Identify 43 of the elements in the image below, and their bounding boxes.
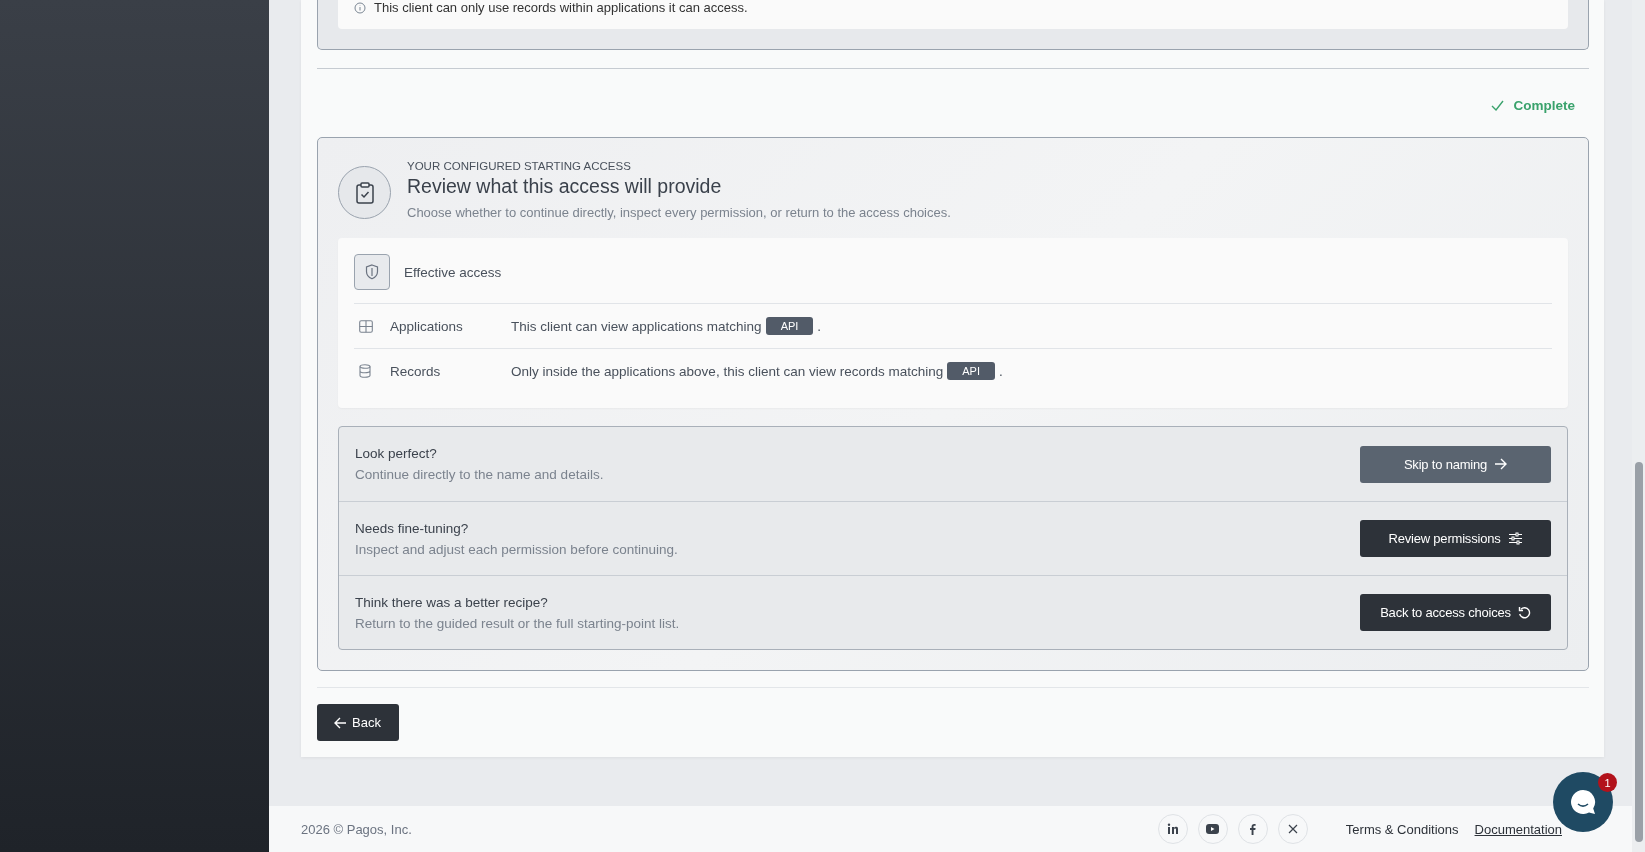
arrow-right-icon (1494, 458, 1508, 470)
grid-icon (359, 319, 373, 333)
info-icon (354, 2, 366, 14)
back-button[interactable]: Back (317, 704, 399, 741)
panel-title: Review what this access will provide (407, 175, 723, 198)
period-text: . (817, 318, 822, 334)
facebook-icon[interactable] (1237, 814, 1268, 844)
review-button[interactable]: Review permissions (1360, 520, 1551, 557)
linkedin-icon[interactable] (1157, 814, 1188, 844)
scrollbar-thumb[interactable] (1635, 462, 1643, 842)
action-question: Look perfect? (355, 446, 438, 461)
sliders-icon (1507, 532, 1523, 545)
skip-button[interactable]: Skip to naming (1360, 445, 1551, 483)
action-question: Needs fine-tuning? (355, 520, 470, 536)
notice-text: This client can only use records within applications it can access. (374, 2, 748, 14)
row-description: Only inside the applications above, this client can view records matching (511, 363, 944, 379)
action-question: Think there was a better recipe? (355, 594, 549, 610)
checkmark-icon (1491, 99, 1505, 111)
status-label: Complete (1513, 97, 1575, 113)
row-label: Applications (390, 318, 464, 334)
chat-bubble-icon (1568, 787, 1598, 817)
period-text: . (998, 363, 1003, 379)
card-title: Effective access (404, 264, 502, 280)
shield-icon (365, 264, 379, 280)
arrow-left-icon (334, 716, 347, 729)
notification-badge: 1 (1598, 773, 1617, 792)
tag: API (765, 317, 814, 335)
database-icon (359, 364, 371, 378)
footer-link[interactable]: Terms & Conditions (1345, 821, 1459, 837)
tag: API (947, 362, 995, 380)
eyebrow-text: YOUR CONFIGURED STARTING ACCESS (407, 160, 632, 172)
youtube-icon[interactable] (1197, 814, 1228, 844)
row-description: This client can view applications matching (511, 318, 762, 334)
action-description: Continue directly to the name and details. (355, 467, 604, 482)
row-label: Records (390, 363, 442, 379)
restart-button[interactable]: Back to access choices (1360, 594, 1551, 631)
action-description: Return to the guided result or the full starting-point list. (355, 615, 680, 631)
copyright-text: 2026 © Pagos, Inc. (301, 821, 413, 837)
panel-subtitle: Choose whether to continue directly, inspect every permission, or return to the access choices. (407, 205, 951, 220)
footer-link[interactable]: Documentation (1474, 821, 1562, 837)
action-description: Inspect and adjust each permission before continuing. (355, 541, 678, 557)
clipboard-check-icon (354, 181, 375, 204)
undo-icon (1517, 606, 1531, 619)
